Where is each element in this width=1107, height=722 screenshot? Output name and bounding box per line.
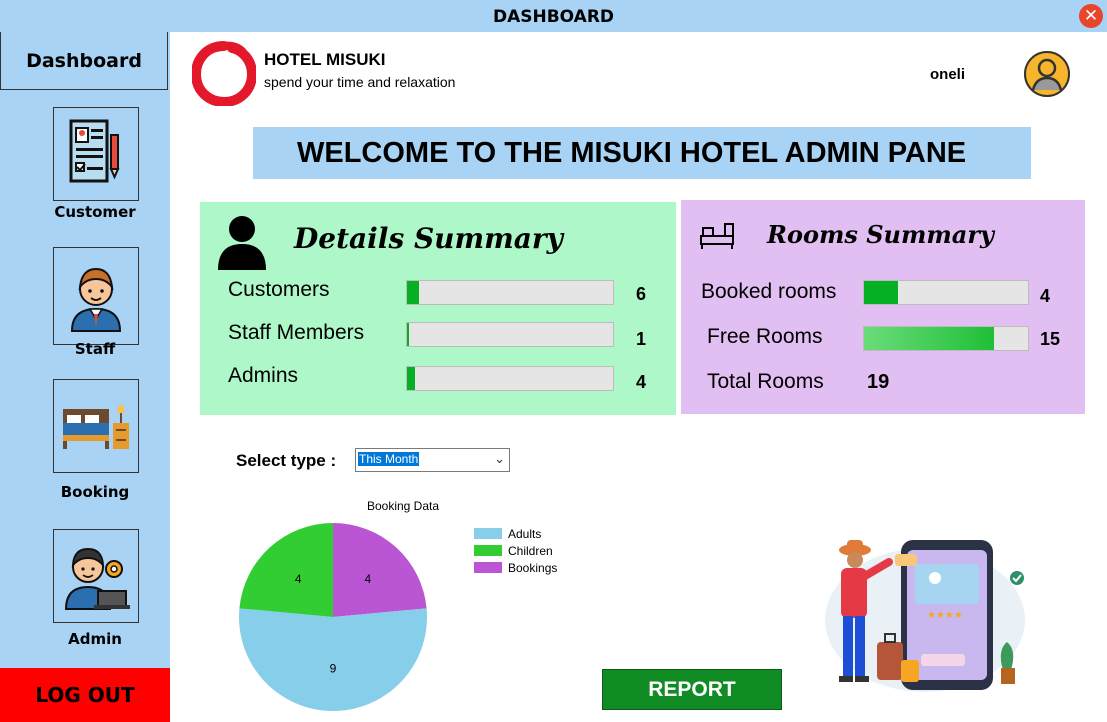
staff-members-bar-fill: [407, 323, 410, 346]
admins-bar: [406, 366, 614, 391]
free-rooms-bar-fill: [864, 327, 994, 350]
pie-data-label: 4: [295, 572, 302, 586]
logout-button[interactable]: LOG OUT: [0, 668, 170, 722]
sidebar-item-admin[interactable]: [53, 529, 139, 623]
pie-data-label: 9: [330, 662, 337, 676]
sidebar-item-dashboard[interactable]: Dashboard: [0, 32, 168, 90]
total-rooms-label: Total Rooms: [707, 370, 824, 393]
booked-rooms-bar: [863, 280, 1029, 305]
bed-outline-icon: [700, 223, 734, 249]
booked-rooms-value: 4: [1040, 286, 1051, 306]
chevron-down-icon[interactable]: ⌄: [494, 451, 505, 467]
welcome-banner: WELCOME TO THE MISUKI HOTEL ADMIN PANE: [253, 127, 1031, 179]
staff-icon: [70, 267, 122, 332]
hotel-name: HOTEL MISUKI: [264, 50, 386, 69]
details-summary-panel: Details Summary Customers 6 Staff Member…: [200, 202, 676, 415]
customers-bar-fill: [407, 281, 420, 304]
customer-form-icon: [69, 119, 120, 183]
sidebar-item-customer[interactable]: [53, 107, 139, 201]
username: oneli: [930, 66, 966, 83]
legend-swatch: [474, 562, 502, 573]
admin-icon: [64, 547, 130, 610]
staff-members-value: 1: [636, 329, 647, 349]
booked-rooms-label: Booked rooms: [701, 280, 837, 303]
sidebar-item-label: Staff: [74, 340, 116, 358]
booking-pie-chart: Booking Data 4 9 4 Adults Children Bookings: [239, 499, 557, 712]
pie-slice-children: [239, 523, 333, 617]
customers-value: 6: [636, 284, 647, 304]
sidebar-item-label: Admin: [68, 630, 122, 648]
legend-label: Adults: [508, 527, 541, 541]
title-bar: DASHBOARD ✕: [0, 0, 1107, 32]
booked-rooms-bar-fill: [864, 281, 899, 304]
sidebar-item-label: Booking: [60, 483, 130, 501]
staff-members-bar: [406, 322, 614, 347]
hotel-tagline: spend your time and relaxation: [264, 74, 456, 90]
admins-bar-fill: [407, 367, 416, 390]
bed-icon: [63, 405, 129, 449]
traveler-booking-illustration: ★★★★: [825, 540, 1025, 692]
legend-label: Children: [508, 544, 553, 558]
pie-slice-bookings: [333, 523, 427, 617]
window-title: DASHBOARD: [492, 7, 615, 27]
sidebar-item-label: Customer: [54, 203, 136, 221]
rooms-summary-panel: Rooms Summary Booked rooms 4 Free Rooms …: [681, 200, 1085, 414]
legend-label: Bookings: [508, 561, 557, 575]
admins-label: Admins: [228, 364, 299, 387]
close-icon[interactable]: ✕: [1079, 4, 1103, 28]
free-rooms-value: 15: [1040, 329, 1061, 349]
avatar[interactable]: [1023, 50, 1071, 98]
legend-swatch: [474, 528, 502, 539]
chart-title: Booking Data: [367, 499, 439, 513]
admins-value: 4: [636, 372, 647, 392]
pie-data-label: 4: [364, 572, 371, 586]
hotel-logo-icon: [192, 41, 256, 106]
details-summary-title: Details Summary: [294, 222, 563, 255]
sidebar-item-booking[interactable]: [53, 379, 139, 473]
customers-bar: [406, 280, 614, 305]
report-button[interactable]: REPORT: [602, 669, 782, 710]
free-rooms-bar: [863, 326, 1029, 351]
staff-members-label: Staff Members: [228, 321, 365, 344]
pie-slice-adults: [239, 608, 427, 712]
select-type-label: Select type :: [236, 451, 337, 470]
sidebar-item-staff[interactable]: [53, 247, 139, 345]
total-rooms-value: 19: [867, 371, 890, 393]
sidebar: Dashboard Customer Staff Booking Admin L…: [0, 32, 170, 722]
customers-label: Customers: [228, 278, 330, 301]
svg-text:★★★★: ★★★★: [927, 610, 963, 621]
select-type-dropdown[interactable]: This Month ⌄: [355, 448, 510, 472]
legend-swatch: [474, 545, 502, 556]
free-rooms-label: Free Rooms: [707, 325, 823, 348]
person-icon: [218, 216, 266, 270]
select-type-value: This Month: [358, 452, 420, 466]
rooms-summary-title: Rooms Summary: [767, 220, 994, 249]
